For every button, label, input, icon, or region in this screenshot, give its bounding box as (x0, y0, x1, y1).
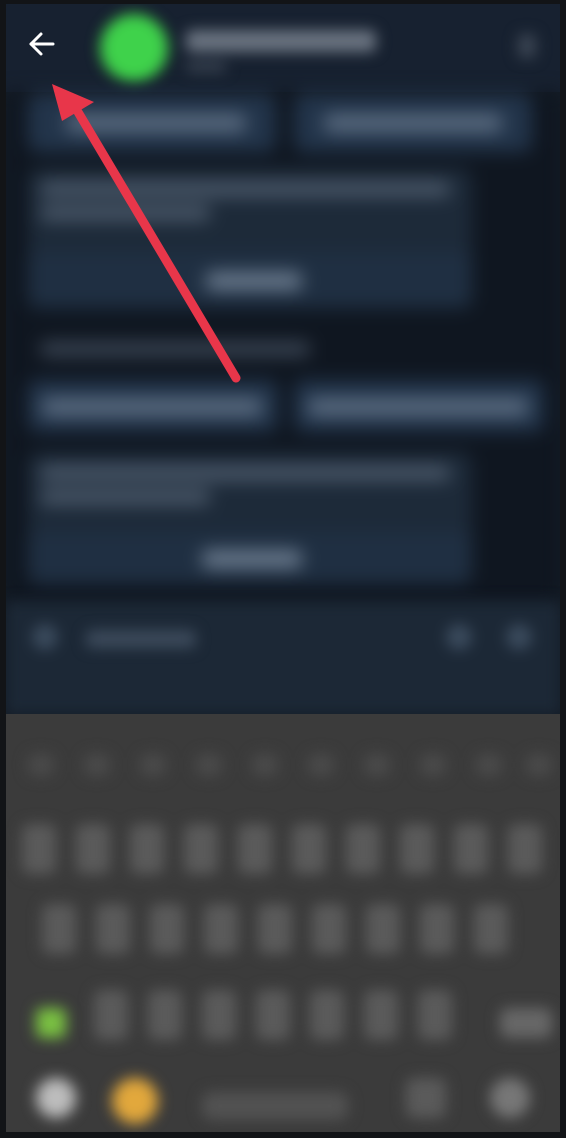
key[interactable] (292, 824, 326, 874)
key[interactable] (252, 754, 278, 776)
key[interactable] (184, 824, 218, 874)
enter-key[interactable] (490, 1078, 530, 1118)
camera-icon[interactable] (506, 624, 532, 650)
quick-reply-chip-label (324, 114, 502, 132)
chat-header (6, 4, 560, 92)
back-arrow-icon (29, 32, 55, 56)
chat-subtitle-redacted (186, 62, 226, 72)
key[interactable] (150, 904, 184, 954)
key[interactable] (94, 990, 128, 1040)
option-chip-label (42, 398, 262, 416)
settings-key[interactable] (36, 1078, 76, 1118)
key[interactable] (22, 824, 56, 874)
key[interactable] (196, 754, 222, 776)
key[interactable] (364, 990, 398, 1040)
menu-icon[interactable] (518, 34, 536, 58)
message-text-line (40, 490, 210, 504)
key[interactable] (308, 754, 334, 776)
message-action-label (202, 550, 302, 568)
chat-messages (6, 92, 560, 602)
key[interactable] (256, 990, 290, 1040)
key[interactable] (420, 754, 446, 776)
key[interactable] (476, 754, 502, 776)
key[interactable] (346, 824, 380, 874)
message-text-line (40, 182, 450, 196)
key[interactable] (84, 754, 110, 776)
attach-icon[interactable] (446, 624, 472, 650)
mic-key[interactable] (406, 1078, 446, 1118)
key[interactable] (202, 990, 236, 1040)
message-action-label (206, 272, 302, 290)
key[interactable] (526, 754, 552, 776)
keyboard (6, 714, 560, 1132)
avatar[interactable] (100, 14, 168, 82)
quick-reply-chip-label (66, 114, 246, 132)
screen (6, 4, 560, 1132)
key[interactable] (42, 904, 76, 954)
key[interactable] (312, 904, 346, 954)
emoji-icon[interactable] (32, 624, 58, 650)
keyboard-toolbar-icon[interactable] (36, 1008, 66, 1038)
key[interactable] (420, 904, 454, 954)
key[interactable] (204, 904, 238, 954)
key[interactable] (508, 824, 542, 874)
key[interactable] (130, 824, 164, 874)
key[interactable] (140, 754, 166, 776)
message-text-line (40, 466, 450, 480)
key[interactable] (366, 904, 400, 954)
key[interactable] (76, 824, 110, 874)
chat-title-redacted (186, 30, 376, 52)
backspace-key[interactable] (500, 1008, 552, 1038)
key[interactable] (474, 904, 508, 954)
message-text-line (40, 206, 210, 220)
key[interactable] (364, 754, 390, 776)
key[interactable] (310, 990, 344, 1040)
key[interactable] (148, 990, 182, 1040)
key[interactable] (400, 824, 434, 874)
key[interactable] (454, 824, 488, 874)
back-button[interactable] (24, 26, 60, 62)
phone-frame (0, 0, 566, 1138)
space-bar[interactable] (202, 1092, 348, 1120)
section-label (40, 342, 310, 356)
key[interactable] (418, 990, 452, 1040)
key[interactable] (238, 824, 272, 874)
emoji-key[interactable] (112, 1078, 158, 1124)
message-input-bar (6, 602, 560, 714)
option-chip-label (308, 398, 528, 416)
key[interactable] (28, 754, 54, 776)
message-input[interactable] (86, 630, 196, 648)
key[interactable] (96, 904, 130, 954)
key[interactable] (258, 904, 292, 954)
